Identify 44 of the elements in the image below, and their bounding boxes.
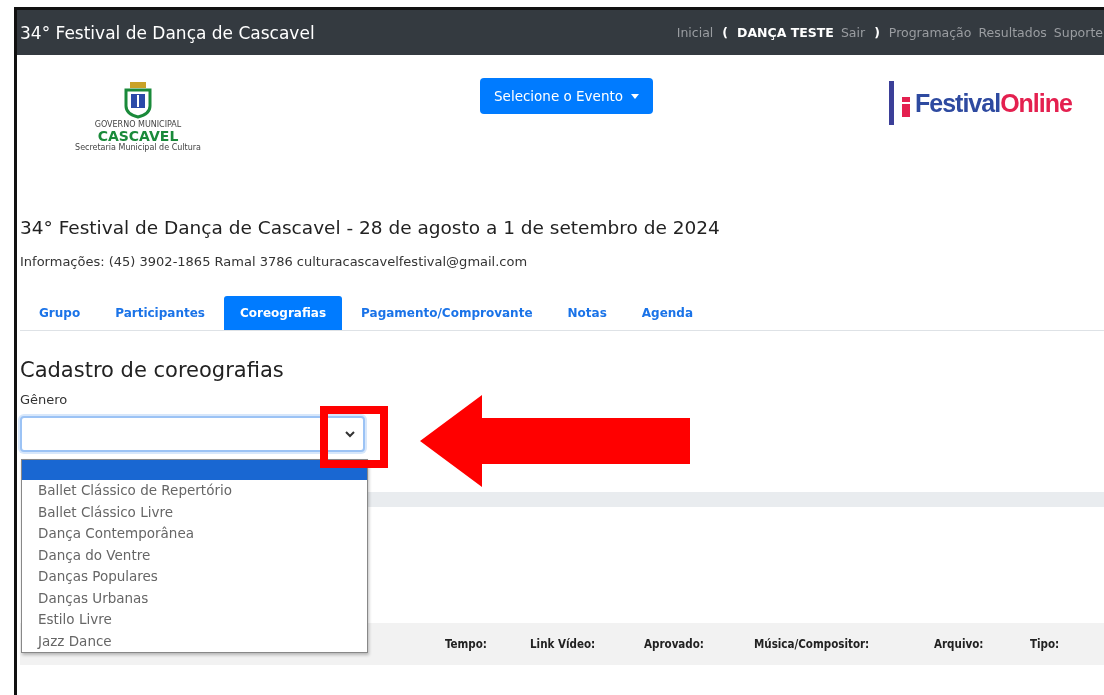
highlight-frame xyxy=(320,406,388,468)
event-title: 34° Festival de Dança de Cascavel - 28 de agosto a 1 de setembro de 2024 xyxy=(20,217,721,238)
logo-name: CASCAVEL xyxy=(97,129,179,143)
left-arrow-icon xyxy=(420,395,690,487)
tab[interactable]: Grupo xyxy=(23,296,97,330)
column-header: Tempo: xyxy=(444,637,488,651)
chevron-down-icon xyxy=(345,430,355,438)
dropdown-option[interactable]: Dança do Ventre xyxy=(22,544,367,566)
dropdown-option[interactable]: Danças Urbanas xyxy=(22,587,367,609)
tab[interactable]: Pagamento/Comprovante xyxy=(345,296,549,330)
user-name: DANÇA TESTE xyxy=(737,25,834,40)
brand-logo-text: FestivalOnline xyxy=(915,88,1072,118)
column-header: Arquivo: xyxy=(933,637,985,651)
logo-mark-icon xyxy=(889,81,911,125)
genre-select[interactable] xyxy=(20,416,365,452)
nav-link[interactable]: Sair xyxy=(840,25,866,40)
tab[interactable]: Participantes xyxy=(99,296,221,330)
field-label: Gênero xyxy=(20,392,69,407)
caret-icon xyxy=(631,93,639,99)
dropdown-option[interactable]: Estilo Livre xyxy=(22,609,367,631)
dropdown-option[interactable]: Jazz Dance xyxy=(22,630,367,652)
nav-link[interactable]: Suporte xyxy=(1053,25,1103,40)
parenthesis: ( xyxy=(722,25,729,40)
tab[interactable]: Agenda xyxy=(625,296,710,330)
dropdown-option[interactable]: Danças Populares xyxy=(22,566,367,588)
column-header: Link Vídeo: xyxy=(529,637,597,651)
contact-info: Informações: (45) 3902-1865 Ramal 3786 culturacascavelfestival@gmail.com xyxy=(20,254,529,269)
tab[interactable]: Notas xyxy=(551,296,623,330)
nav-link[interactable]: Programação xyxy=(888,25,972,40)
column-header: Tipo: xyxy=(1029,637,1061,651)
section-heading: Cadastro de coreografias xyxy=(20,358,285,382)
dropdown-option[interactable]: Dança Contemporânea xyxy=(22,523,367,545)
site-title[interactable]: 34° Festival de Dança de Cascavel xyxy=(20,22,315,43)
logo-subtitle: GOVERNO MUNICIPAL xyxy=(94,120,182,129)
nav-link[interactable]: Inicial xyxy=(676,25,714,40)
column-header: Música/Compositor: xyxy=(753,637,871,651)
logo-tagline: Secretaria Municipal de Cultura xyxy=(75,143,201,152)
tab[interactable]: Coreografias xyxy=(223,296,343,330)
nav-link[interactable]: Resultados xyxy=(978,25,1047,40)
dropdown-option[interactable]: Ballet Clássico Livre xyxy=(22,501,367,523)
dropdown-option[interactable]: Ballet Clássico de Repertório xyxy=(22,480,367,502)
column-header: Aprovado: xyxy=(643,637,705,651)
parenthesis: ) xyxy=(874,25,880,40)
event-select-button[interactable]: Selecione o Evento xyxy=(480,78,653,114)
